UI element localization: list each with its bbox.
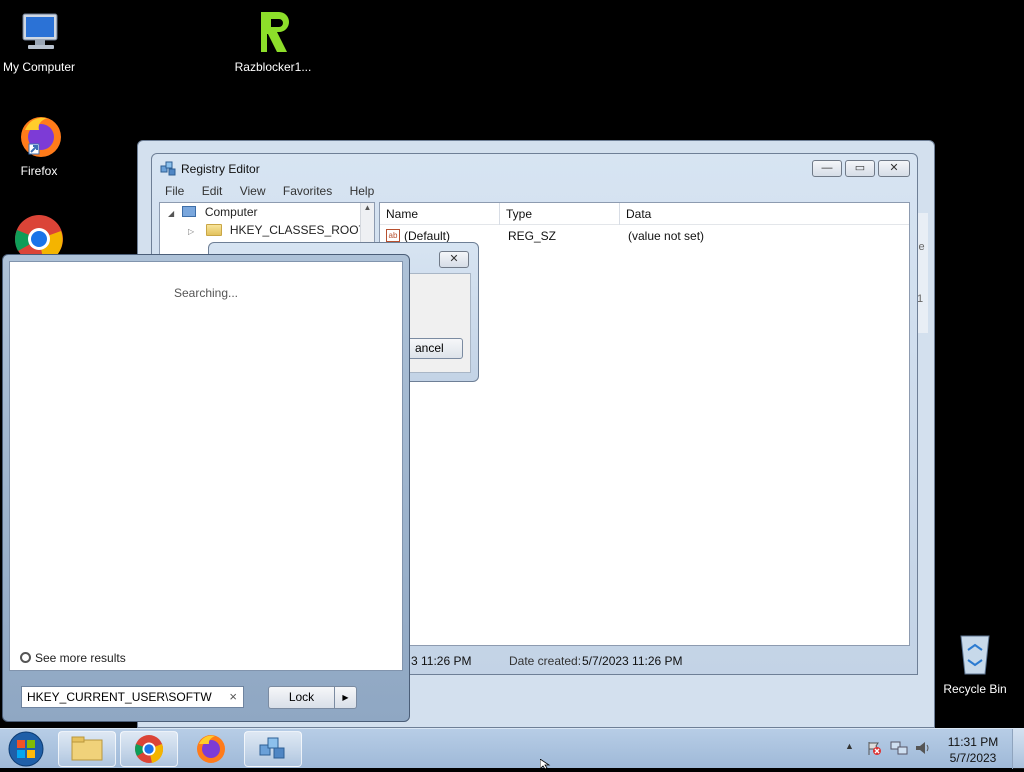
desktop-icon-label: Firefox bbox=[20, 164, 58, 178]
computer-icon bbox=[181, 206, 196, 217]
mouse-cursor-icon bbox=[539, 758, 552, 770]
desktop-icon-razblocker[interactable]: Razblocker1... bbox=[228, 8, 318, 74]
lock-button[interactable]: Lock bbox=[268, 686, 335, 709]
taskbar-chrome[interactable] bbox=[120, 731, 178, 767]
desktop-icon-label: My Computer bbox=[2, 60, 76, 74]
chrome-icon bbox=[15, 215, 63, 263]
see-more-label: See more results bbox=[35, 651, 126, 665]
desktop-icon-recycle-bin[interactable]: Recycle Bin bbox=[930, 630, 1020, 696]
see-more-results-link[interactable]: See more results bbox=[20, 651, 126, 665]
menu-view[interactable]: View bbox=[240, 184, 266, 198]
clear-search-icon[interactable]: × bbox=[229, 689, 237, 704]
status-bar: 3 11:26 PM Date created: 5/7/2023 11:26 … bbox=[379, 652, 910, 672]
desktop-icon-label: Razblocker1... bbox=[234, 60, 312, 74]
minimize-button[interactable]: — bbox=[812, 160, 842, 177]
registry-editor-icon bbox=[160, 160, 178, 178]
menu-favorites[interactable]: Favorites bbox=[283, 184, 332, 198]
desktop-icon-chrome[interactable] bbox=[14, 214, 64, 263]
start-button[interactable] bbox=[6, 730, 46, 768]
string-value-icon: ab bbox=[386, 229, 400, 242]
firefox-icon bbox=[197, 735, 225, 763]
status-created-value: 5/7/2023 11:26 PM bbox=[582, 654, 683, 668]
status-modified: 3 11:26 PM bbox=[411, 654, 472, 668]
computer-icon bbox=[15, 8, 63, 56]
recycle-bin-icon bbox=[951, 630, 999, 678]
firefox-icon bbox=[15, 112, 63, 160]
scroll-up-icon[interactable]: ▲ bbox=[361, 203, 374, 212]
search-input-value: HKEY_CURRENT_USER\SOFTW bbox=[27, 690, 212, 704]
column-name[interactable]: Name bbox=[380, 203, 500, 225]
menu-help[interactable]: Help bbox=[350, 184, 375, 198]
row-type: REG_SZ bbox=[508, 229, 557, 243]
search-icon bbox=[20, 652, 31, 663]
menu-edit[interactable]: Edit bbox=[202, 184, 223, 198]
clock-time: 11:31 PM bbox=[947, 735, 999, 749]
lock-options-button[interactable]: ▶ bbox=[334, 686, 357, 709]
column-type[interactable]: Type bbox=[500, 203, 620, 225]
registry-editor-icon bbox=[259, 737, 285, 759]
maximize-button[interactable]: ▭ bbox=[845, 160, 875, 177]
searching-text: Searching... bbox=[173, 286, 239, 300]
close-button[interactable]: ✕ bbox=[878, 160, 910, 177]
chrome-icon bbox=[135, 735, 164, 763]
clock-date: 5/7/2023 bbox=[949, 751, 997, 765]
dialog-close-button[interactable]: ✕ bbox=[439, 251, 469, 268]
network-icon[interactable] bbox=[890, 740, 908, 756]
column-header-row: Name Type Data bbox=[380, 203, 909, 225]
expand-arrow-icon[interactable]: ▷ bbox=[188, 227, 194, 236]
row-data: (value not set) bbox=[628, 229, 705, 243]
show-hidden-icons-button[interactable]: ▲ bbox=[845, 741, 854, 751]
row-name: (Default) bbox=[404, 229, 451, 243]
start-menu[interactable]: Searching... See more results HKEY_CURRE… bbox=[2, 254, 410, 722]
tree-item-label: HKEY_CLASSES_ROOT bbox=[229, 223, 366, 237]
show-desktop-button[interactable] bbox=[1012, 729, 1024, 769]
folder-icon bbox=[205, 224, 222, 236]
folder-icon bbox=[71, 736, 103, 761]
menu-file[interactable]: File bbox=[165, 184, 184, 198]
tree-item-hkey-classes-root[interactable]: ▷ HKEY_CLASSES_ROOT bbox=[188, 221, 366, 239]
window-title: Registry Editor bbox=[181, 162, 260, 176]
taskbar-explorer[interactable] bbox=[58, 731, 116, 767]
start-menu-results: Searching... See more results bbox=[9, 261, 403, 671]
menu-bar: File Edit View Favorites Help bbox=[165, 184, 388, 202]
action-center-flag-icon[interactable] bbox=[866, 740, 882, 756]
status-created-label: Date created: bbox=[509, 654, 582, 668]
desktop-icon-my-computer[interactable]: My Computer bbox=[0, 8, 84, 74]
razblocker-icon bbox=[249, 8, 297, 56]
taskbar-registry-editor[interactable] bbox=[244, 731, 302, 767]
windows-orb-icon bbox=[8, 731, 44, 767]
expand-arrow-icon[interactable]: ◢ bbox=[168, 209, 174, 218]
taskbar: ▲ 11:31 PM 5/7/2023 bbox=[0, 728, 1024, 769]
tree-item-computer[interactable]: ◢ Computer bbox=[168, 203, 258, 221]
search-input[interactable]: HKEY_CURRENT_USER\SOFTW × bbox=[21, 686, 244, 708]
tree-item-label: Computer bbox=[204, 205, 258, 219]
desktop-icon-label: Recycle Bin bbox=[943, 682, 1007, 696]
column-data[interactable]: Data bbox=[620, 203, 910, 225]
clock[interactable]: 11:31 PM 5/7/2023 bbox=[940, 734, 1006, 766]
desktop-icon-firefox[interactable]: Firefox bbox=[0, 112, 84, 178]
taskbar-firefox[interactable] bbox=[182, 731, 240, 767]
volume-icon[interactable] bbox=[914, 740, 932, 756]
